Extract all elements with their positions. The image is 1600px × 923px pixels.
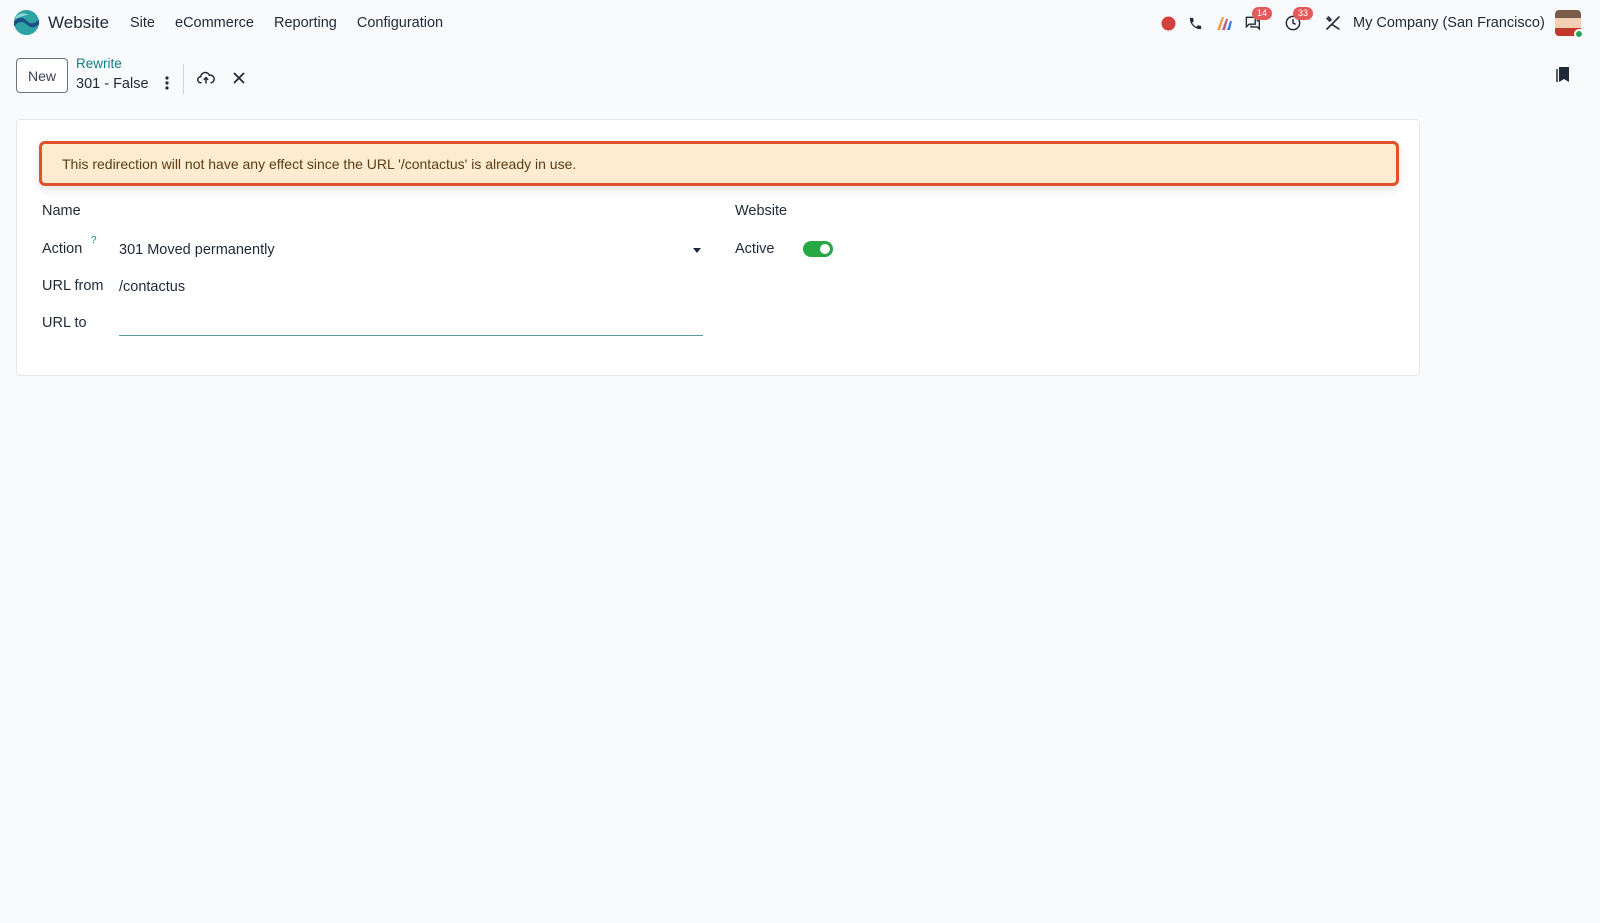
menu-ecommerce[interactable]: eCommerce bbox=[175, 15, 254, 31]
action-select[interactable]: 301 Moved permanently bbox=[119, 242, 275, 258]
user-avatar[interactable] bbox=[1555, 10, 1584, 39]
main-menu: Site eCommerce Reporting Configuration bbox=[130, 15, 463, 31]
record-icon[interactable] bbox=[1159, 14, 1177, 32]
ai-assistant-icon[interactable] bbox=[1215, 14, 1233, 32]
chevron-down-icon[interactable] bbox=[693, 248, 701, 253]
form-sheet: This redirection will not have any effec… bbox=[16, 119, 1420, 376]
discard-close-icon[interactable] bbox=[230, 69, 248, 87]
tools-icon[interactable] bbox=[1324, 14, 1342, 32]
company-switcher[interactable]: My Company (San Francisco) bbox=[1353, 15, 1545, 31]
bookmark-icon[interactable] bbox=[1555, 65, 1571, 83]
activity-clock-icon[interactable]: 33 bbox=[1284, 7, 1314, 32]
record-title: 301 - False bbox=[76, 76, 149, 92]
website-app-icon[interactable] bbox=[13, 9, 40, 36]
actions-menu-icon[interactable] bbox=[160, 74, 174, 92]
phone-icon[interactable] bbox=[1186, 14, 1204, 32]
website-label: Website bbox=[735, 203, 788, 219]
toggle-knob bbox=[820, 244, 830, 254]
messages-icon[interactable]: 14 bbox=[1243, 7, 1273, 32]
url-to-label: URL to bbox=[42, 315, 87, 331]
breadcrumb-rewrite[interactable]: Rewrite bbox=[76, 56, 122, 71]
new-button[interactable]: New bbox=[16, 58, 68, 93]
url-from-field[interactable]: /contactus bbox=[119, 279, 185, 295]
active-toggle[interactable] bbox=[803, 241, 833, 257]
warning-alert: This redirection will not have any effec… bbox=[39, 141, 1399, 186]
url-to-input[interactable] bbox=[119, 308, 703, 336]
action-label: Action bbox=[42, 241, 83, 257]
app-name[interactable]: Website bbox=[48, 13, 109, 33]
action-help-tooltip[interactable]: ? bbox=[91, 235, 97, 246]
name-label: Name bbox=[42, 203, 81, 219]
menu-site[interactable]: Site bbox=[130, 15, 155, 31]
url-from-label: URL from bbox=[42, 278, 104, 294]
save-cloud-icon[interactable] bbox=[196, 68, 216, 86]
messages-badge: 14 bbox=[1252, 7, 1273, 20]
activities-badge: 33 bbox=[1293, 7, 1314, 20]
online-status-dot bbox=[1574, 29, 1584, 39]
control-separator bbox=[183, 64, 184, 94]
top-navbar: Website Site eCommerce Reporting Configu… bbox=[0, 0, 1600, 46]
active-label: Active bbox=[735, 241, 775, 257]
menu-configuration[interactable]: Configuration bbox=[357, 15, 443, 31]
menu-reporting[interactable]: Reporting bbox=[274, 15, 337, 31]
